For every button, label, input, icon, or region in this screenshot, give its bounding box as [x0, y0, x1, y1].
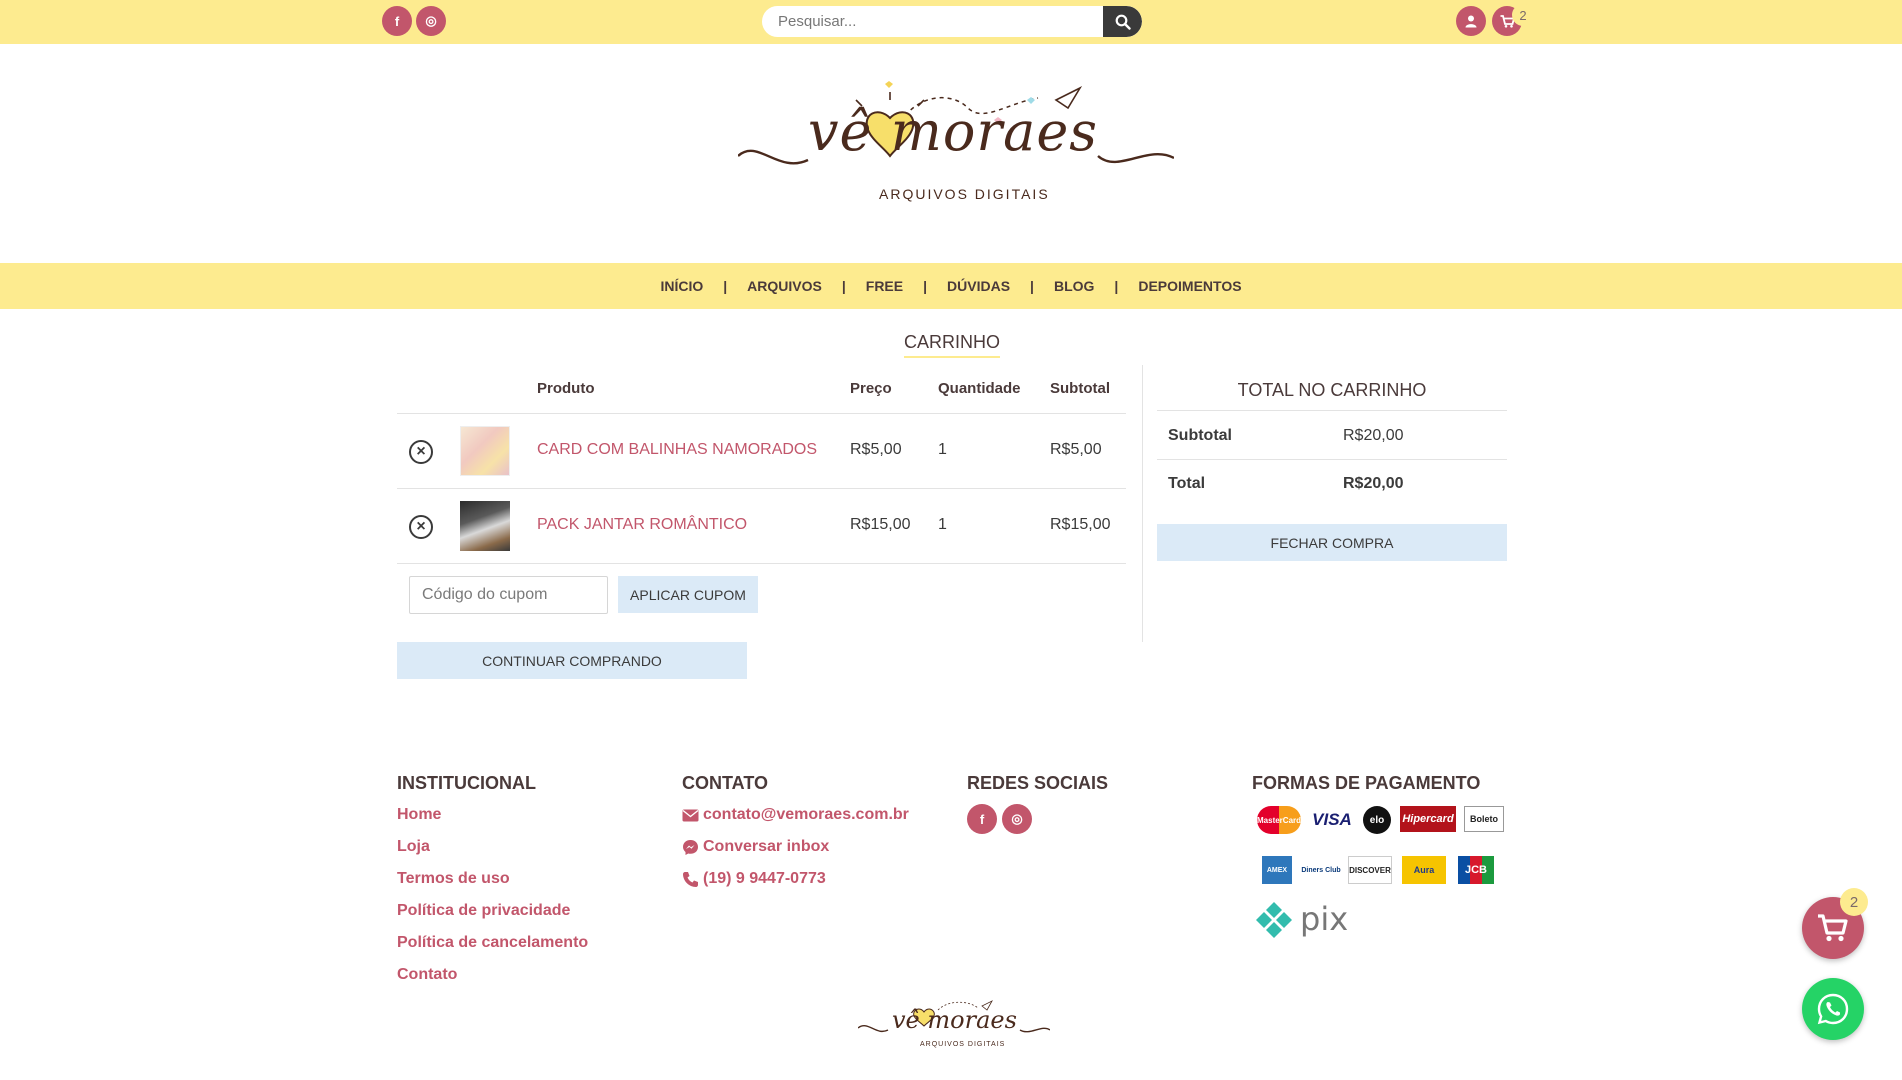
- diners-logo: Diners Club: [1301, 866, 1341, 874]
- nav-item-blog[interactable]: BLOG: [1034, 278, 1114, 294]
- footer-logo-subtitle: ARQUIVOS DIGITAIS: [920, 1041, 1006, 1048]
- product-link[interactable]: CARD COM BALINHAS NAMORADOS: [537, 441, 817, 459]
- mastercard-logo: MasterCard: [1257, 806, 1301, 834]
- envelope-icon: [682, 809, 699, 821]
- amex-logo: AMEX: [1262, 856, 1292, 884]
- nav-item-free[interactable]: FREE: [846, 278, 923, 294]
- footer-link-cancelamento[interactable]: Política de cancelamento: [397, 934, 588, 952]
- boleto-logo: Boleto: [1464, 806, 1504, 832]
- footer-link-termos[interactable]: Termos de uso: [397, 870, 510, 888]
- product-thumbnail[interactable]: [460, 426, 510, 476]
- subtotal-label: Subtotal: [1168, 427, 1232, 444]
- user-icon: [1465, 15, 1477, 27]
- search-input[interactable]: [762, 6, 1103, 37]
- footer-link-home[interactable]: Home: [397, 806, 441, 824]
- page-title: CARRINHO: [904, 332, 1001, 358]
- top-bar: f ◎ 2: [0, 0, 1902, 44]
- col-header-subtotal: Subtotal: [1050, 380, 1110, 397]
- footer-logo[interactable]: vê moraes ARQUIVOS DIGITAIS: [857, 996, 1051, 1056]
- jcb-logo: JCB: [1458, 856, 1494, 884]
- email-text: contato@vemoraes.com.br: [703, 806, 909, 823]
- footer-inbox-link[interactable]: Conversar inbox: [682, 838, 829, 856]
- subtotal-value: R$20,00: [1343, 427, 1404, 444]
- whatsapp-button[interactable]: [1802, 978, 1864, 1040]
- col-header-quantity: Quantidade: [938, 380, 1021, 397]
- pix-icon: [1256, 902, 1292, 938]
- discover-logo: DISCOVER: [1348, 856, 1392, 884]
- divider: [397, 413, 1126, 414]
- product-thumbnail[interactable]: [460, 501, 510, 551]
- product-subtotal: R$5,00: [1050, 441, 1102, 458]
- checkout-button[interactable]: FECHAR COMPRA: [1157, 524, 1507, 561]
- column-divider: [1142, 365, 1143, 642]
- footer-instagram-icon[interactable]: ◎: [1002, 804, 1032, 834]
- product-subtotal: R$15,00: [1050, 516, 1111, 533]
- aura-logo: Aura: [1402, 856, 1446, 884]
- total-label: Total: [1168, 475, 1206, 492]
- visa-logo: VISA: [1312, 810, 1352, 829]
- logo-subtitle: ARQUIVOS DIGITAIS: [879, 186, 1050, 202]
- logo-wordmark: vê moraes: [808, 100, 1099, 163]
- nav-item-inicio[interactable]: INÍCIO: [640, 278, 723, 294]
- facebook-icon[interactable]: f: [382, 6, 412, 36]
- search-icon: [1115, 14, 1131, 30]
- messenger-icon: [683, 839, 698, 855]
- footer-heading-pagamento: FORMAS DE PAGAMENTO: [1252, 773, 1481, 793]
- footer-link-privacidade[interactable]: Política de privacidade: [397, 902, 570, 920]
- footer-email-link[interactable]: contato@vemoraes.com.br: [682, 806, 909, 824]
- phone-text: (19) 9 9447-0773: [703, 870, 826, 887]
- site-logo[interactable]: vê moraes ARQUIVOS DIGITAIS: [738, 78, 1174, 208]
- apply-coupon-button[interactable]: APLICAR CUPOM: [618, 576, 758, 613]
- divider: [397, 563, 1126, 564]
- whatsapp-icon: [1817, 993, 1849, 1025]
- product-quantity[interactable]: 1: [938, 441, 947, 459]
- account-button[interactable]: [1456, 6, 1486, 36]
- col-header-price: Preço: [850, 380, 892, 397]
- cart-totals-title: TOTAL NO CARRINHO: [1237, 380, 1427, 400]
- phone-icon: [683, 871, 698, 887]
- product-link[interactable]: PACK JANTAR ROMÂNTICO: [537, 516, 747, 534]
- footer-link-loja[interactable]: Loja: [397, 838, 430, 856]
- footer-phone-link[interactable]: (19) 9 9447-0773: [682, 870, 826, 888]
- nav-item-duvidas[interactable]: DÚVIDAS: [927, 278, 1030, 294]
- pix-logo: pix: [1254, 900, 1378, 940]
- divider: [1157, 410, 1507, 411]
- total-value: R$20,00: [1343, 475, 1404, 492]
- floating-cart-count-badge: 2: [1840, 888, 1868, 916]
- coupon-input[interactable]: [409, 576, 608, 614]
- nav-item-arquivos[interactable]: ARQUIVOS: [727, 278, 842, 294]
- remove-item-icon[interactable]: ×: [409, 515, 433, 539]
- search-bar: [762, 6, 1142, 37]
- cart-icon: [1818, 914, 1848, 942]
- footer-facebook-icon[interactable]: f: [967, 804, 997, 834]
- instagram-icon[interactable]: ◎: [416, 6, 446, 36]
- main-nav: INÍCIO | ARQUIVOS | FREE | DÚVIDAS | BLO…: [0, 263, 1902, 309]
- search-button[interactable]: [1103, 6, 1142, 37]
- hipercard-logo: Hipercard: [1400, 806, 1456, 832]
- divider: [397, 488, 1126, 489]
- elo-logo: elo: [1363, 806, 1391, 834]
- cart-count-badge: 2: [1512, 4, 1534, 26]
- product-price: R$5,00: [850, 441, 902, 458]
- product-price: R$15,00: [850, 516, 911, 533]
- col-header-product: Produto: [537, 380, 595, 397]
- inbox-text: Conversar inbox: [703, 838, 830, 855]
- footer-heading-contato: CONTATO: [682, 773, 768, 793]
- product-quantity[interactable]: 1: [938, 516, 947, 534]
- remove-item-icon[interactable]: ×: [409, 440, 433, 464]
- footer-heading-institucional: INSTITUCIONAL: [397, 773, 536, 793]
- footer-link-contato[interactable]: Contato: [397, 966, 457, 984]
- footer-heading-redes: REDES SOCIAIS: [967, 773, 1109, 793]
- continue-shopping-button[interactable]: CONTINUAR COMPRANDO: [397, 642, 747, 679]
- footer-logo-wordmark: vê moraes: [892, 1006, 1017, 1034]
- pix-text: pix: [1300, 900, 1349, 938]
- nav-item-depoimentos[interactable]: DEPOIMENTOS: [1118, 278, 1261, 294]
- divider: [1157, 459, 1507, 460]
